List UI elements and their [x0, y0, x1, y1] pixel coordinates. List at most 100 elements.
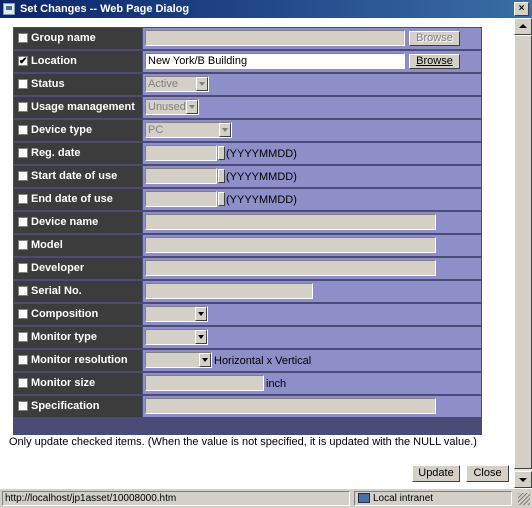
group-name-browse-button[interactable]: Browse — [409, 31, 460, 46]
reg-date-format-hint: (YYYYMMDD) — [226, 148, 297, 160]
end-date-format-hint: (YYYYMMDD) — [226, 194, 297, 206]
monitor-size-input[interactable] — [145, 375, 264, 391]
checkbox-status[interactable] — [18, 79, 28, 89]
checkbox-usage-management[interactable] — [18, 102, 28, 112]
window-title: Set Changes -- Web Page Dialog — [20, 3, 190, 15]
scroll-thumb[interactable] — [514, 35, 532, 469]
monitor-type-select[interactable] — [145, 329, 208, 345]
row-monitor-size: Monitor size inch — [13, 372, 482, 394]
chevron-down-icon[interactable] — [196, 77, 208, 91]
label-device-name: Device name — [31, 216, 99, 228]
label-developer: Developer — [31, 262, 85, 274]
calendar-icon[interactable] — [218, 192, 225, 206]
label-specification: Specification — [31, 400, 100, 412]
label-device-type: Device type — [31, 124, 93, 136]
chevron-down-icon[interactable] — [219, 123, 231, 137]
checkbox-composition[interactable] — [18, 309, 28, 319]
reg-date-input[interactable] — [145, 145, 217, 161]
label-reg-date: Reg. date — [31, 147, 81, 159]
device-name-input[interactable] — [145, 214, 436, 230]
calendar-icon[interactable] — [218, 169, 225, 183]
chevron-down-icon[interactable] — [199, 353, 211, 367]
monitor-resolution-select[interactable] — [145, 352, 212, 368]
calendar-icon[interactable] — [218, 146, 225, 160]
row-serial-no: Serial No. — [13, 280, 482, 302]
label-monitor-resolution: Monitor resolution — [31, 354, 128, 366]
scroll-down-icon[interactable] — [514, 471, 532, 488]
checkbox-model[interactable] — [18, 240, 28, 250]
row-monitor-type: Monitor type — [13, 326, 482, 348]
group-name-input[interactable] — [145, 30, 405, 46]
label-monitor-type: Monitor type — [31, 331, 97, 343]
row-status: Status Active — [13, 73, 482, 95]
row-monitor-resolution: Monitor resolution Horizontal x Vertical — [13, 349, 482, 371]
label-serial-no: Serial No. — [31, 285, 82, 297]
row-composition: Composition — [13, 303, 482, 325]
start-date-input[interactable] — [145, 168, 217, 184]
checkbox-monitor-size[interactable] — [18, 378, 28, 388]
checkbox-developer[interactable] — [18, 263, 28, 273]
checkbox-monitor-resolution[interactable] — [18, 355, 28, 365]
row-specification: Specification — [13, 395, 482, 417]
label-model: Model — [31, 239, 63, 251]
update-button[interactable]: Update — [412, 465, 460, 482]
location-input[interactable]: New York/B Building — [145, 53, 405, 69]
chevron-down-icon[interactable] — [195, 330, 207, 344]
dialog-content: Group name Browse ✔ Location New York/B B… — [0, 18, 514, 488]
model-input[interactable] — [145, 237, 436, 253]
checkbox-specification[interactable] — [18, 401, 28, 411]
chevron-down-icon[interactable] — [195, 307, 207, 321]
label-status: Status — [31, 78, 65, 90]
resize-grip-icon[interactable] — [518, 493, 530, 505]
location-browse-button[interactable]: Browse — [409, 54, 460, 69]
row-usage-management: Usage management Unused — [13, 96, 482, 118]
status-select[interactable]: Active — [145, 76, 209, 92]
update-note: Only update checked items. (When the val… — [9, 436, 477, 448]
label-composition: Composition — [31, 308, 99, 320]
title-bar: Set Changes -- Web Page Dialog × — [0, 0, 532, 18]
close-button[interactable]: Close — [466, 465, 509, 482]
row-model: Model — [13, 234, 482, 256]
intranet-zone-icon — [358, 493, 370, 503]
row-group-name: Group name Browse — [13, 27, 482, 49]
scroll-up-icon[interactable] — [514, 18, 532, 35]
label-group-name: Group name — [31, 32, 96, 44]
checkbox-device-name[interactable] — [18, 217, 28, 227]
checkbox-group-name[interactable] — [18, 33, 28, 43]
chevron-down-icon[interactable] — [186, 100, 198, 114]
checkbox-end-date[interactable] — [18, 194, 28, 204]
checkbox-reg-date[interactable] — [18, 148, 28, 158]
row-device-name: Device name — [13, 211, 482, 233]
label-end-date: End date of use — [31, 193, 113, 205]
window-close-button[interactable]: × — [514, 2, 529, 16]
checkbox-device-type[interactable] — [18, 125, 28, 135]
status-bar: http://localhost/jp1asset/10008000.htm L… — [0, 488, 532, 508]
row-device-type: Device type PC — [13, 119, 482, 141]
composition-select[interactable] — [145, 306, 208, 322]
device-type-select[interactable]: PC — [145, 122, 232, 138]
row-reg-date: Reg. date (YYYYMMDD) — [13, 142, 482, 164]
set-changes-form: Group name Browse ✔ Location New York/B B… — [13, 27, 482, 435]
usage-management-select[interactable]: Unused — [145, 99, 199, 115]
row-location: ✔ Location New York/B Building Browse — [13, 50, 482, 72]
serial-no-input[interactable] — [145, 283, 313, 299]
checkbox-serial-no[interactable] — [18, 286, 28, 296]
label-monitor-size: Monitor size — [31, 377, 96, 389]
checkbox-monitor-type[interactable] — [18, 332, 28, 342]
vertical-scrollbar[interactable] — [514, 18, 532, 488]
row-developer: Developer — [13, 257, 482, 279]
specification-input[interactable] — [145, 398, 436, 414]
end-date-input[interactable] — [145, 191, 217, 207]
label-start-date: Start date of use — [31, 170, 118, 182]
developer-input[interactable] — [145, 260, 436, 276]
security-zone: Local intranet — [354, 491, 512, 506]
security-zone-label: Local intranet — [373, 493, 434, 504]
checkbox-start-date[interactable] — [18, 171, 28, 181]
row-start-date: Start date of use (YYYYMMDD) — [13, 165, 482, 187]
label-usage-management: Usage management — [31, 101, 135, 113]
dialog-icon — [3, 3, 15, 15]
start-date-format-hint: (YYYYMMDD) — [226, 171, 297, 183]
label-location: Location — [31, 55, 77, 67]
checkbox-location[interactable]: ✔ — [18, 56, 28, 67]
row-end-date: End date of use (YYYYMMDD) — [13, 188, 482, 210]
